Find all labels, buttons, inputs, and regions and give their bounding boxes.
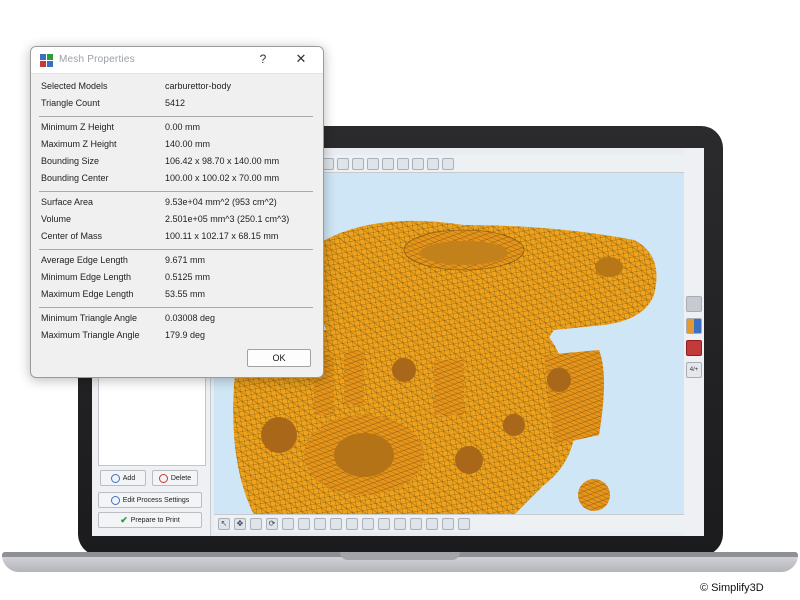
marker-icon[interactable] (410, 517, 422, 530)
add-icon (110, 473, 120, 483)
duplicate-icon[interactable] (362, 517, 374, 530)
scale-icon[interactable] (250, 517, 262, 530)
property-value: 100.11 x 102.17 x 68.15 mm (165, 231, 279, 241)
move-icon[interactable]: ✥ (234, 517, 246, 530)
models-list[interactable] (98, 370, 206, 466)
marker-icon[interactable] (442, 517, 454, 530)
view-cube-icon[interactable] (686, 296, 702, 312)
property-label: Center of Mass (41, 231, 103, 241)
view-left-icon[interactable] (382, 157, 394, 170)
property-label: Minimum Edge Length (41, 272, 132, 282)
property-label: Surface Area (41, 197, 94, 207)
trash-icon[interactable] (458, 517, 470, 530)
add-button[interactable]: Add (100, 470, 146, 486)
support-icon[interactable] (346, 517, 358, 530)
property-label: Bounding Size (41, 156, 100, 166)
cross-section-icon[interactable] (686, 318, 702, 334)
select-icon[interactable]: ↖ (218, 517, 230, 530)
color-icon[interactable] (378, 517, 390, 530)
model-toolbar: ↖ ✥ ⟳ (214, 514, 684, 532)
edit-process-settings-button[interactable]: Edit Process Settings (98, 492, 202, 508)
property-value: 100.00 x 100.02 x 70.00 mm (165, 173, 280, 183)
prepare-to-print-label: Prepare to Print (130, 516, 180, 524)
property-label: Minimum Triangle Angle (41, 313, 138, 323)
delete-icon (158, 473, 168, 483)
close-icon[interactable]: ✕ (293, 51, 309, 67)
copyright-text: © Simplify3D (700, 582, 764, 594)
color-icon[interactable] (686, 340, 702, 356)
ok-button[interactable]: OK (247, 349, 311, 367)
edit-process-settings-label: Edit Process Settings (122, 496, 190, 504)
help-icon[interactable]: ? (256, 52, 270, 66)
property-value: 2.501e+05 mm^3 (250.1 cm^3) (165, 214, 290, 224)
property-value: 106.42 x 98.70 x 140.00 mm (165, 156, 280, 166)
view-bottom-icon[interactable] (427, 157, 439, 170)
lay-flat-icon[interactable] (298, 517, 310, 530)
separator (39, 307, 313, 308)
property-value: 0.00 mm (165, 122, 201, 132)
view-right-icon[interactable] (397, 157, 409, 170)
checkmark-icon: ✔ (120, 514, 128, 525)
separator (39, 116, 313, 117)
view-iso-icon[interactable] (337, 157, 349, 170)
separator (39, 249, 313, 250)
delete-button[interactable]: Delete (152, 470, 198, 486)
side-toolbar: 4/+ (684, 148, 704, 536)
property-value: carburettor-body (165, 81, 232, 91)
property-label: Triangle Count (41, 98, 100, 108)
property-value: 0.03008 deg (165, 313, 216, 323)
property-label: Maximum Z Height (41, 139, 117, 149)
measure-icon[interactable]: 4/+ (686, 362, 702, 378)
marker-icon[interactable] (426, 517, 438, 530)
view-back-icon[interactable] (412, 157, 424, 170)
zoom-icon[interactable] (282, 517, 294, 530)
marker-icon[interactable] (394, 517, 406, 530)
property-label: Bounding Center (41, 173, 109, 183)
view-axis-icon[interactable] (367, 157, 379, 170)
separator (39, 191, 313, 192)
property-value: 9.53e+04 mm^2 (953 cm^2) (165, 197, 277, 207)
dialog-title: Mesh Properties (59, 54, 135, 65)
dialog-titlebar: Mesh Properties ? ✕ (31, 47, 323, 74)
property-value: 5412 (165, 98, 186, 108)
mesh-icon[interactable] (330, 517, 342, 530)
add-button-label: Add (122, 474, 136, 482)
property-label: Volume (41, 214, 72, 224)
property-label: Maximum Edge Length (41, 289, 134, 299)
property-label: Minimum Z Height (41, 122, 115, 132)
settings-icon (110, 495, 120, 505)
prepare-to-print-button[interactable]: ✔ Prepare to Print (98, 512, 202, 528)
property-label: Selected Models (41, 81, 108, 91)
property-value: 0.5125 mm (165, 272, 211, 282)
property-value: 179.9 deg (165, 330, 206, 340)
rotate-icon[interactable]: ⟳ (266, 517, 278, 530)
view-top-icon[interactable] (352, 157, 364, 170)
app-icon (40, 54, 53, 67)
view-perspective-icon[interactable] (442, 157, 454, 170)
property-label: Average Edge Length (41, 255, 128, 265)
mesh-properties-dialog: Mesh Properties ? ✕ Selected Models carbu… (30, 46, 324, 378)
laptop-notch (340, 552, 460, 560)
property-value: 9.671 mm (165, 255, 206, 265)
mirror-icon[interactable] (314, 517, 326, 530)
property-value: 53.55 mm (165, 289, 206, 299)
property-label: Maximum Triangle Angle (41, 330, 140, 340)
delete-button-label: Delete (170, 474, 192, 482)
property-value: 140.00 mm (165, 139, 211, 149)
